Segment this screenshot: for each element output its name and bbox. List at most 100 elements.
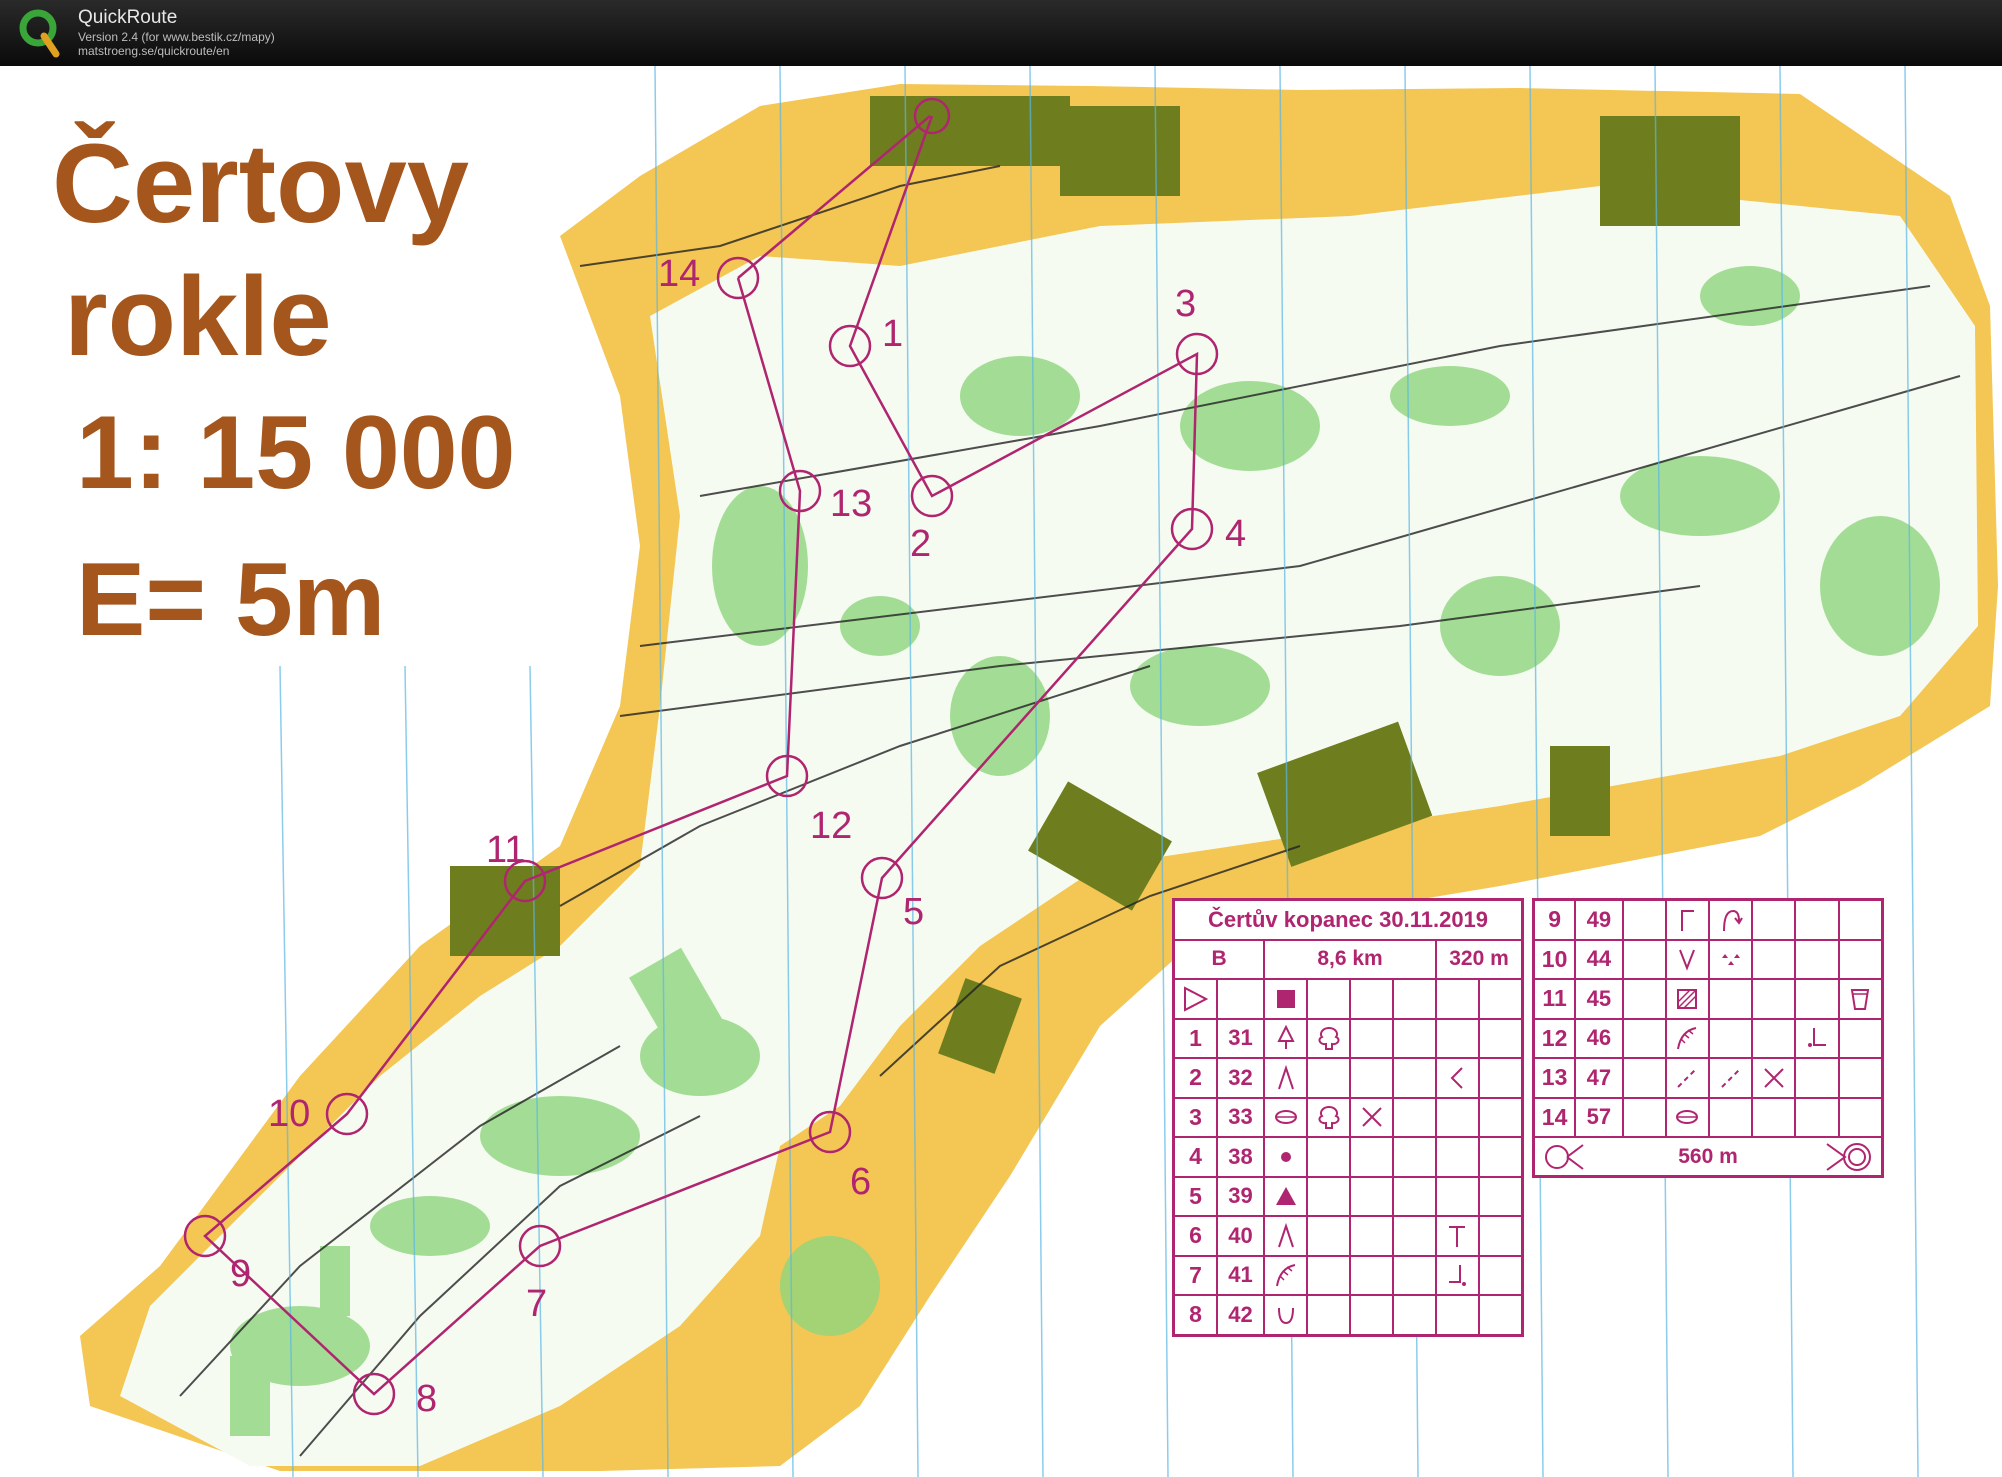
solid-square-icon [1263, 978, 1309, 1020]
control-code: 45 [1574, 978, 1624, 1020]
control-number-4: 4 [1225, 513, 1246, 555]
control-label: 5 [1172, 1175, 1218, 1217]
control-code: 40 [1215, 1215, 1266, 1257]
control-row: 12 46 [1532, 1017, 1884, 1059]
control-label: 12 [1532, 1017, 1577, 1059]
oval-icon [1263, 1096, 1309, 1138]
cross-icon [1349, 1096, 1395, 1138]
bush-icon [1306, 1096, 1352, 1138]
map-canvas[interactable]: 1 2 3 4 5 6 7 8 9 10 11 12 13 14 Čertovy… [0, 66, 2002, 1477]
control-label: 10 [1532, 938, 1577, 980]
control-row: 4 38 [1172, 1136, 1524, 1178]
control-number-10: 10 [268, 1093, 310, 1135]
control-row: 11 45 [1532, 978, 1884, 1020]
path-icon [1664, 1057, 1711, 1099]
ruin-icon [1664, 978, 1711, 1020]
control-label: 6 [1172, 1215, 1218, 1257]
gully-icon [1664, 938, 1711, 980]
finish-start-icon [1545, 1144, 1584, 1170]
map-title-line2: rokle [64, 254, 332, 379]
control-description-table: Čertův kopanec 30.11.2019 B 8,6 km 320 m… [1172, 898, 1524, 1337]
event-name: Čertův kopanec 30.11.2019 [1172, 898, 1524, 941]
control-label: 1 [1172, 1017, 1218, 1059]
control-description-table-continued: 9 49 10 44 11 45 12 46 13 47 14 57 560 m [1532, 898, 1884, 1178]
quickroute-logo-icon [19, 9, 60, 58]
control-number-11: 11 [486, 829, 525, 871]
contour-interval: E= 5m [76, 542, 386, 658]
control-label: 3 [1172, 1096, 1218, 1138]
solid-triangle-icon [1263, 1175, 1309, 1217]
control-label: 9 [1532, 898, 1577, 941]
control-label: 8 [1172, 1294, 1218, 1336]
control-label: 11 [1532, 978, 1577, 1020]
control-label: 7 [1172, 1254, 1218, 1296]
earth-bank-icon [1263, 1254, 1309, 1296]
tree-icon [1263, 1017, 1309, 1059]
control-row: 6 40 [1172, 1215, 1524, 1257]
course-climb: 320 m [1435, 938, 1524, 980]
oval-icon [1664, 1096, 1711, 1138]
control-code: 57 [1574, 1096, 1624, 1138]
refreshment-icon [1837, 978, 1884, 1020]
start-triangle-icon [1172, 978, 1218, 1020]
control-number-2: 2 [910, 523, 931, 565]
control-row: 13 47 [1532, 1057, 1884, 1099]
control-number-7: 7 [526, 1283, 547, 1325]
corner-icon [1664, 898, 1711, 941]
control-number-3: 3 [1175, 283, 1196, 325]
map-scale: 1: 15 000 [76, 395, 516, 511]
control-code: 49 [1574, 898, 1624, 941]
control-label: 14 [1532, 1096, 1577, 1138]
control-number-1: 1 [882, 313, 903, 355]
app-version: Version 2.4 (for www.bestik.cz/mapy) [78, 30, 275, 44]
control-row: 2 32 [1172, 1057, 1524, 1099]
control-label: 2 [1172, 1057, 1218, 1099]
west-side-icon [1435, 1057, 1480, 1099]
control-code: 41 [1215, 1254, 1266, 1296]
cross-icon [1751, 1057, 1797, 1099]
control-code: 32 [1215, 1057, 1266, 1099]
control-number-6: 6 [850, 1161, 871, 1203]
control-code: 39 [1215, 1175, 1266, 1217]
control-number-14: 14 [658, 253, 700, 295]
map-title: Čertovy [52, 121, 470, 246]
app-name: QuickRoute [78, 7, 178, 28]
start-row [1172, 978, 1524, 1020]
depression-icon [1263, 1294, 1309, 1336]
control-code: 42 [1215, 1294, 1266, 1336]
rocky-ground-icon [1707, 938, 1754, 980]
control-number-13: 13 [830, 483, 872, 525]
app-url: matstroeng.se/quickroute/en [78, 44, 230, 58]
course-class: B [1172, 938, 1266, 980]
path-icon [1707, 1057, 1754, 1099]
control-code: 44 [1574, 938, 1624, 980]
control-row: 5 39 [1172, 1175, 1524, 1217]
course-length: 8,6 km [1263, 938, 1437, 980]
control-code: 33 [1215, 1096, 1266, 1138]
spur-icon [1263, 1215, 1309, 1257]
control-row: 14 57 [1532, 1096, 1884, 1138]
control-row: 9 49 [1532, 898, 1884, 941]
control-number-9: 9 [230, 1253, 251, 1295]
earth-bank-icon [1664, 1017, 1711, 1059]
top-icon [1435, 1215, 1480, 1257]
title-bar: QuickRoute Version 2.4 (for www.bestik.c… [0, 0, 2002, 66]
control-number-8: 8 [416, 1378, 437, 1420]
control-row: 1 31 [1172, 1017, 1524, 1059]
control-label: 4 [1172, 1136, 1218, 1178]
dot-icon [1263, 1136, 1309, 1178]
bend-icon [1707, 898, 1754, 941]
control-row: 3 33 [1172, 1096, 1524, 1138]
control-code: 47 [1574, 1057, 1624, 1099]
spur-icon [1263, 1057, 1309, 1099]
control-code: 38 [1215, 1136, 1266, 1178]
control-number-12: 12 [810, 805, 852, 847]
finish-distance: 560 m [1678, 1144, 1738, 1168]
control-label: 13 [1532, 1057, 1577, 1099]
finish-row: 560 m [1532, 1136, 1884, 1178]
control-code: 31 [1215, 1017, 1266, 1059]
foot-icon [1794, 1017, 1840, 1059]
bush-icon [1306, 1017, 1352, 1059]
control-number-5: 5 [903, 891, 924, 933]
control-row: 7 41 [1172, 1254, 1524, 1296]
